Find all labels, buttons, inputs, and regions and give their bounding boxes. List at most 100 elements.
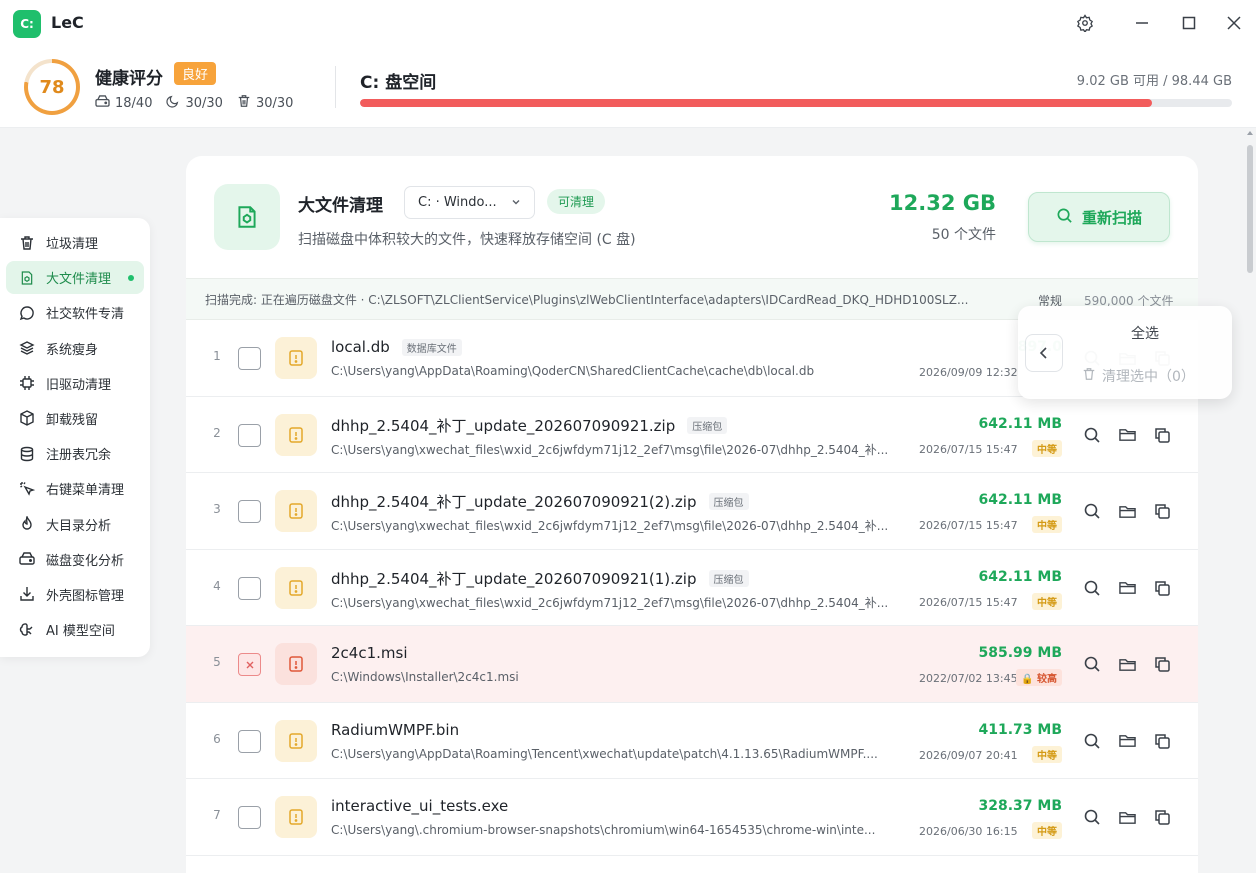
search-icon[interactable] [1082, 731, 1102, 751]
table-row[interactable]: 4 dhhp_2.5404_补丁_update_202607090921(1).z… [186, 549, 1198, 626]
health-title: 健康评分 [95, 69, 163, 89]
sidebar-item-8[interactable]: 大目录分析 [6, 508, 144, 541]
header-divider [335, 66, 336, 108]
health-badge: 良好 [174, 62, 217, 85]
table-row[interactable]: 5 2c4c1.msi C:\Windows\Installer\2c4c1.msi… [186, 626, 1198, 703]
sidebar-item-10[interactable]: 外壳图标管理 [6, 578, 144, 611]
table-row[interactable]: 7 interactive_ui_tests.exe C:\Users\yang\.… [186, 779, 1198, 856]
close-icon[interactable] [1220, 10, 1248, 36]
select-all-button[interactable]: 全选 [1131, 323, 1159, 343]
file-name-line: dhhp_2.5404_补丁_update_202607090921(1).zi… [331, 568, 749, 589]
sidebar-item-6[interactable]: 注册表冗余 [6, 437, 144, 470]
row-checkbox[interactable] [238, 576, 261, 600]
file-size: 585.99 MB [978, 645, 1062, 661]
scrollbar[interactable] [1245, 128, 1256, 873]
table-row[interactable]: 6 RadiumWMPF.bin C:\Users\yang\AppData\Roa… [186, 702, 1198, 779]
health-score-value: 78 [28, 63, 76, 111]
copy-icon[interactable] [1152, 425, 1172, 445]
file-name-line: 2c4c1.msi [331, 644, 408, 662]
folder-icon[interactable] [1117, 654, 1137, 674]
cleanable-tag: 可清理 [547, 189, 606, 214]
row-number: 5 [213, 655, 221, 669]
row-actions [1082, 654, 1172, 674]
row-checkbox[interactable] [238, 729, 261, 753]
search-icon[interactable] [1082, 654, 1102, 674]
sidebar-item-label: 垃圾清理 [46, 237, 99, 252]
trash-icon [237, 94, 251, 112]
sidebar-item-11[interactable]: AI 模型空间 [6, 613, 144, 646]
search-icon[interactable] [1082, 501, 1102, 521]
scan-status-text: 扫描完成: 正在遍历磁盘文件 · C:\ZLSOFT\ZLClientServi… [205, 292, 969, 307]
table-row[interactable]: 3 dhhp_2.5404_补丁_update_202607090921(2).z… [186, 473, 1198, 550]
copy-icon[interactable] [1152, 654, 1172, 674]
row-actions [1082, 807, 1172, 827]
search-icon[interactable] [1082, 425, 1102, 445]
chip-icon [18, 374, 36, 392]
copy-icon[interactable] [1152, 731, 1172, 751]
stat-moon: 30/30 [166, 94, 223, 112]
disk-icon [95, 94, 110, 112]
row-checkbox[interactable] [238, 653, 261, 676]
moon-icon [166, 94, 180, 112]
app-logo: C: [13, 10, 41, 38]
sidebar-item-4[interactable]: 旧驱动清理 [6, 367, 144, 400]
table-row[interactable]: 2 dhhp_2.5404_补丁_update_202607090921.zip 压… [186, 396, 1198, 473]
file-size: 328.37 MB [978, 798, 1062, 814]
chevron-left-icon[interactable] [1025, 334, 1063, 372]
folder-icon[interactable] [1117, 578, 1137, 598]
minimize-icon[interactable] [1128, 10, 1156, 36]
disk-usage-bar [360, 99, 1232, 107]
scroll-thumb[interactable] [1247, 145, 1253, 273]
search-icon[interactable] [1082, 807, 1102, 827]
stat-disk-value: 18/40 [115, 95, 153, 111]
database-icon [18, 445, 36, 463]
sidebar-item-5[interactable]: 卸载残留 [6, 402, 144, 435]
brain-icon [18, 621, 36, 639]
risk-badge: 🔒 较高 [1016, 669, 1062, 686]
row-checkbox[interactable] [238, 806, 261, 829]
file-date: 2026/07/15 15:47 [919, 519, 1018, 532]
file-warning-icon [275, 566, 317, 609]
folder-icon[interactable] [1117, 807, 1137, 827]
sidebar-item-3[interactable]: 系统瘦身 [6, 332, 144, 365]
rescan-button[interactable]: 重新扫描 [1028, 192, 1170, 242]
sidebar-item-7[interactable]: 右键菜单清理 [6, 472, 144, 505]
row-number: 3 [213, 502, 221, 516]
copy-icon[interactable] [1152, 578, 1172, 598]
row-checkbox[interactable] [238, 423, 261, 447]
sidebar-item-1[interactable]: 大文件清理 [6, 261, 144, 295]
file-date: 2026/07/15 15:47 [919, 442, 1018, 456]
row-checkbox[interactable] [238, 500, 261, 523]
sidebar-item-9[interactable]: 磁盘变化分析 [6, 543, 144, 576]
scroll-up-icon[interactable] [1247, 131, 1253, 135]
row-checkbox[interactable] [238, 347, 261, 370]
health-score-ring: 78 [24, 59, 80, 115]
sidebar-item-label: 卸载残留 [46, 412, 99, 428]
file-warning-icon [275, 796, 317, 838]
drive-select[interactable]: C: · Windo... [404, 186, 535, 219]
sidebar-item-label: 大目录分析 [46, 518, 112, 534]
row-actions [1082, 731, 1172, 751]
row-number: 1 [213, 349, 221, 363]
sidebar-item-2[interactable]: 社交软件专清 [6, 296, 144, 329]
row-number: 4 [213, 578, 221, 593]
file-warning-icon [275, 490, 317, 532]
chevron-down-icon [510, 196, 522, 212]
sidebar-item-0[interactable]: 垃圾清理 [6, 226, 144, 259]
maximize-icon[interactable] [1175, 10, 1203, 36]
total-size: 12.32 GB [889, 191, 996, 215]
file-path: C:\Users\yang\.chromium-browser-snapshot… [331, 823, 876, 837]
file-name: interactive_ui_tests.exe [331, 797, 509, 815]
copy-icon[interactable] [1152, 807, 1172, 827]
file-name-line: RadiumWMPF.bin [331, 721, 459, 739]
folder-icon[interactable] [1117, 501, 1137, 521]
folder-icon[interactable] [1117, 731, 1137, 751]
copy-icon[interactable] [1152, 501, 1172, 521]
folder-icon[interactable] [1117, 425, 1137, 445]
clean-selected-button[interactable]: 清理选中（0） [1082, 366, 1195, 386]
gear-icon[interactable] [1071, 10, 1099, 36]
file-size: 411.73 MB [978, 721, 1062, 738]
trash-icon [1082, 367, 1096, 385]
search-icon[interactable] [1082, 578, 1102, 598]
sidebar-item-label: 社交软件专清 [46, 307, 125, 323]
